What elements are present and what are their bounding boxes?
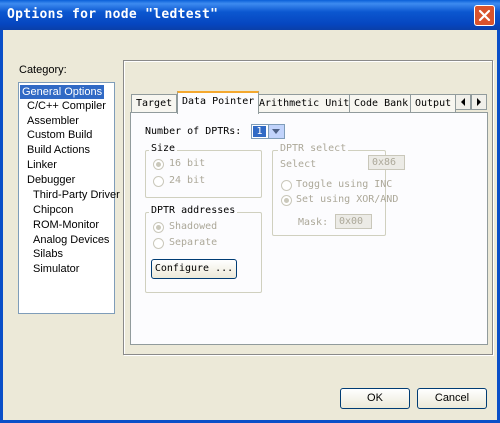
set-using-xor-and-label: Set using XOR/AND <box>296 194 399 205</box>
separate-label: Separate <box>169 237 218 248</box>
shadowed-label: Shadowed <box>169 221 218 232</box>
close-icon <box>478 9 491 22</box>
category-item-analog-devices[interactable]: Analog Devices <box>33 233 109 247</box>
tab-arithmetic-unit[interactable]: Arithmetic Unit <box>254 94 355 113</box>
toggle-using-inc-label: Toggle using INC <box>296 179 393 190</box>
select-label: Select <box>280 159 317 170</box>
window-frame-left <box>0 30 3 423</box>
configure-button[interactable]: Configure ... <box>151 259 237 279</box>
category-item-silabs[interactable]: Silabs <box>33 247 63 261</box>
num-dptrs-label: Number of DPTRs: <box>145 126 242 137</box>
category-item-chipcon[interactable]: Chipcon <box>33 203 73 217</box>
category-item-assembler[interactable]: Assembler <box>27 114 79 128</box>
mask-label: Mask: <box>298 217 329 228</box>
tab-output[interactable]: Output <box>410 94 457 113</box>
ok-button[interactable]: OK <box>340 388 410 409</box>
chevron-down-icon <box>272 129 280 134</box>
set-using-xor-and-radio[interactable] <box>281 195 292 206</box>
category-item-linker[interactable]: Linker <box>27 158 57 172</box>
separate-radio[interactable] <box>153 238 164 249</box>
category-item-custom-build[interactable]: Custom Build <box>27 128 92 142</box>
tab-scroll-left-button[interactable] <box>455 94 471 110</box>
category-label: Category: <box>19 64 67 76</box>
select-input[interactable]: 0x86 <box>368 155 405 170</box>
num-dptrs-select[interactable]: 1 <box>251 124 285 139</box>
arrow-right-icon <box>477 98 481 106</box>
category-item-debugger[interactable]: Debugger <box>27 173 75 187</box>
close-button[interactable] <box>474 5 495 26</box>
category-item-general-options[interactable]: General Options <box>20 85 105 99</box>
category-list[interactable]: General Options C/C++ Compiler Assembler… <box>18 82 120 314</box>
category-item-build-actions[interactable]: Build Actions <box>27 143 90 157</box>
toggle-using-inc-radio[interactable] <box>281 180 292 191</box>
size-24-bit-radio[interactable] <box>153 176 164 187</box>
category-item-third-party-driver[interactable]: Third-Party Driver <box>33 188 120 202</box>
cancel-button[interactable]: Cancel <box>417 388 487 409</box>
num-dptrs-value: 1 <box>253 126 266 137</box>
arrow-left-icon <box>461 98 465 106</box>
size-16-bit-label: 16 bit <box>169 158 206 169</box>
dropdown-button[interactable] <box>268 125 284 138</box>
tab-target[interactable]: Target <box>131 94 178 113</box>
tab-scroll-right-button[interactable] <box>471 94 487 110</box>
category-item-c-compiler[interactable]: C/C++ Compiler <box>27 99 106 113</box>
size-16-bit-radio[interactable] <box>153 159 164 170</box>
shadowed-radio[interactable] <box>153 222 164 233</box>
category-item-rom-monitor[interactable]: ROM-Monitor <box>33 218 99 232</box>
tab-data-pointer[interactable]: Data Pointer <box>177 91 260 114</box>
size-24-bit-label: 24 bit <box>169 175 206 186</box>
window-title: Options for node "ledtest" <box>7 7 219 22</box>
dptr-select-group-label: DPTR select <box>278 143 349 154</box>
mask-input[interactable]: 0x00 <box>335 214 372 229</box>
tab-scroll-buttons <box>455 94 487 110</box>
size-group-label: Size <box>149 143 178 154</box>
tab-code-bank[interactable]: Code Bank <box>349 94 414 113</box>
dptr-addresses-group-label: DPTR addresses <box>149 205 238 216</box>
category-item-simulator[interactable]: Simulator <box>33 262 79 276</box>
